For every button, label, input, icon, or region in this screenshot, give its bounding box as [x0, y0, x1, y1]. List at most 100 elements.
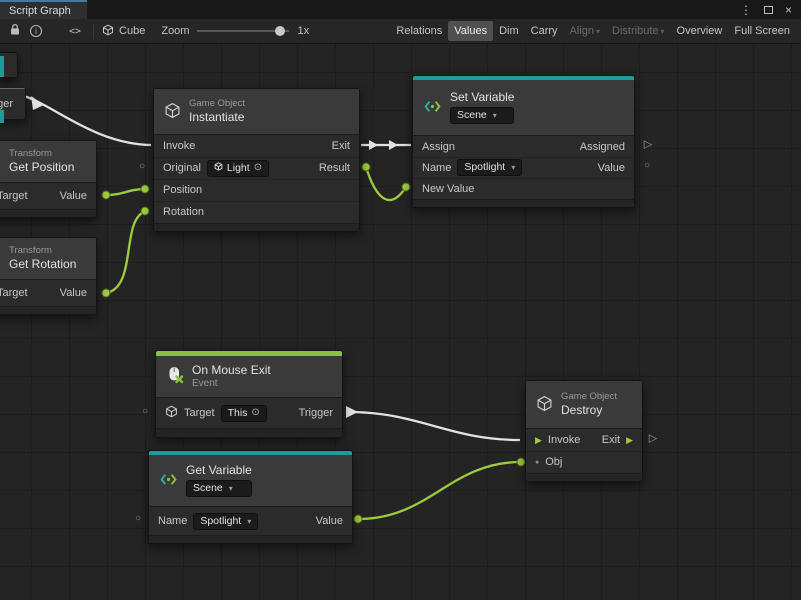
port-label-rotation: Rotation: [163, 206, 204, 218]
graph-toolbar: i <> Cube Zoom 1x Relations Values Dim C…: [0, 19, 801, 44]
port-circle-setvariable-value-output[interactable]: ○: [644, 161, 650, 171]
variable-name-dropdown[interactable]: Spotlight ▾: [457, 159, 522, 176]
node-title: Destroy: [561, 404, 617, 417]
wire-value-getposition-to-position[interactable]: [106, 189, 146, 195]
code-icon[interactable]: <>: [69, 26, 81, 37]
node-footer: [526, 473, 642, 481]
zoom-value: 1x: [297, 25, 309, 37]
port-label-new-value: New Value: [422, 183, 474, 195]
target-picker-icon[interactable]: ⊙: [254, 163, 262, 173]
cube-icon: [102, 24, 114, 39]
port-label-obj: Obj: [545, 456, 562, 468]
maximize-icon[interactable]: [764, 3, 773, 17]
port-label-exit: Exit: [332, 140, 350, 152]
node-instantiate[interactable]: Game Object Instantiate Invoke Exit Orig…: [153, 88, 360, 232]
toolbar-button-dim[interactable]: Dim: [493, 21, 525, 41]
toolbar-button-values[interactable]: Values: [448, 21, 493, 41]
node-get-position[interactable]: Transform Get Position Target Value: [0, 140, 97, 218]
chevron-down-icon: ▾: [247, 515, 251, 528]
node-title: Get Position: [9, 161, 74, 174]
variable-scope-dropdown[interactable]: Scene ▾: [186, 480, 252, 497]
port-triangle-destroy-exit-output[interactable]: ▷: [649, 434, 657, 445]
zoom-control: Zoom 1x: [161, 25, 309, 37]
port-label-target: Target: [0, 287, 28, 299]
zoom-slider-thumb[interactable]: [275, 26, 285, 36]
scope-value: Scene: [193, 482, 223, 495]
toolbar-button-distribute[interactable]: Distribute▾: [606, 21, 670, 41]
variable-scope-dropdown[interactable]: Scene ▾: [450, 107, 514, 124]
button-label: Values: [454, 25, 487, 37]
port-label-name: Name: [422, 162, 451, 174]
port-label-value: Value: [60, 190, 87, 202]
toolbar-button-overview[interactable]: Overview: [671, 21, 729, 41]
control-port-arrow-icon[interactable]: ▶: [626, 436, 633, 445]
chevron-down-icon: ▾: [511, 161, 515, 174]
port-label-assign: Assign: [422, 141, 455, 153]
zoom-slider[interactable]: [197, 30, 289, 32]
object-field-light[interactable]: Light ⊙: [207, 160, 269, 177]
node-category: Game Object: [189, 99, 245, 109]
port-label-trigger: Trigger: [0, 98, 13, 110]
toolbar-object: Cube: [102, 24, 145, 39]
button-label: Distribute: [612, 25, 658, 37]
graph-canvas[interactable]: Trigger Transform Get Position Target Va…: [0, 44, 801, 600]
toolbar-left-icons: i <>: [5, 23, 85, 39]
node-category: Game Object: [561, 392, 617, 402]
window-controls: ⋮ ×: [740, 0, 801, 19]
variable-name-value: Spotlight: [200, 515, 241, 528]
wire-arrowhead: [346, 406, 358, 418]
node-footer: [413, 199, 634, 207]
port-label-name: Name: [158, 515, 187, 527]
toolbar-button-align[interactable]: Align▾: [564, 21, 606, 41]
node-title: Get Rotation: [9, 258, 76, 271]
target-field[interactable]: This ⊙: [221, 405, 267, 422]
info-icon[interactable]: i: [30, 25, 42, 37]
node-title: On Mouse Exit: [192, 364, 271, 377]
close-icon[interactable]: ×: [785, 3, 792, 17]
port-triangle-assigned-output[interactable]: ▷: [644, 140, 652, 151]
tab-bar: Script Graph ⋮ ×: [0, 0, 801, 19]
port-circle-original-input[interactable]: ○: [139, 162, 145, 172]
button-label: Align: [570, 25, 594, 37]
node-destroy[interactable]: Game Object Destroy ▶ Invoke Exit ▶: [525, 380, 643, 482]
port-label-value: Value: [60, 287, 87, 299]
node-footer: [156, 428, 342, 437]
wires-layer: [0, 44, 801, 600]
port-circle-getvariable-input[interactable]: ○: [135, 514, 141, 524]
port-label-assigned: Assigned: [580, 141, 625, 153]
port-label-target: Target: [184, 407, 215, 419]
variable-name-value: Spotlight: [464, 161, 505, 174]
zoom-label: Zoom: [161, 25, 189, 37]
toolbar-button-fullscreen[interactable]: Full Screen: [728, 21, 796, 41]
port-circle-onmouseexit-input[interactable]: ○: [142, 407, 148, 417]
wire-arrowhead: [369, 140, 378, 150]
wire-value-getrotation-to-rotation[interactable]: [106, 211, 146, 293]
tab-script-graph[interactable]: Script Graph: [0, 0, 87, 19]
node-on-mouse-exit[interactable]: On Mouse Exit Event Target This ⊙: [155, 350, 343, 438]
toolbar-button-carry[interactable]: Carry: [525, 21, 564, 41]
wire-value-result-to-newvalue[interactable]: [366, 167, 406, 200]
toolbar-button-relations[interactable]: Relations: [390, 21, 448, 41]
wire-value-getvariable-to-obj[interactable]: [358, 462, 521, 519]
button-label: Dim: [499, 25, 519, 37]
variable-name-dropdown[interactable]: Spotlight ▾: [193, 513, 258, 530]
node-title: Get Variable: [186, 464, 252, 477]
control-port-arrow-icon[interactable]: ▶: [535, 436, 542, 445]
wire-control-onmouseexit-to-destroy[interactable]: [348, 412, 520, 440]
gameobject-cube-icon: [165, 405, 178, 421]
node-get-variable[interactable]: Get Variable Scene ▾ Name Spotlight ▾: [148, 450, 353, 544]
kebab-menu-icon[interactable]: ⋮: [740, 3, 752, 17]
chevron-down-icon: ▾: [661, 27, 665, 36]
wire-control-event-to-instantiate[interactable]: [24, 96, 151, 145]
value-port-dot-icon[interactable]: ●: [535, 459, 539, 466]
target-picker-icon[interactable]: ⊙: [251, 408, 259, 418]
node-set-variable[interactable]: Set Variable Scene ▾ Assign Assigned Nam…: [412, 75, 635, 208]
port-label-original: Original: [163, 162, 201, 174]
port-label-target: Target: [0, 190, 28, 202]
port-label-result: Result: [319, 162, 350, 174]
node-get-rotation[interactable]: Transform Get Rotation Target Value: [0, 237, 97, 315]
node-category: Transform: [9, 149, 74, 159]
port-label-value: Value: [598, 162, 625, 174]
chevron-down-icon: ▾: [493, 109, 497, 122]
lock-icon[interactable]: [9, 23, 21, 39]
